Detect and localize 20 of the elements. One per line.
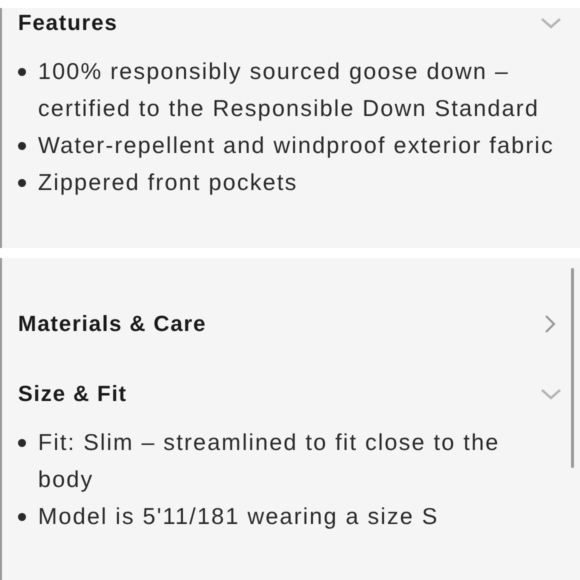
feature-text: Model is 5'11/181 wearing a size S xyxy=(38,502,439,531)
feature-text: Fit: Slim – streamlined to fit close to the body xyxy=(38,428,501,494)
bullet-icon xyxy=(18,68,26,76)
bullet-icon xyxy=(18,179,26,187)
section-title: Materials & Care xyxy=(18,311,206,337)
bullet-icon xyxy=(18,513,26,521)
bullet-icon xyxy=(18,439,26,447)
bullet-icon xyxy=(18,142,26,150)
section-title: Size & Fit xyxy=(18,381,128,407)
chevron-down-icon xyxy=(540,387,562,401)
accordion-header[interactable]: Materials & Care xyxy=(18,309,562,339)
feature-text: Zippered front pockets xyxy=(38,168,298,197)
accordion-header[interactable]: Size & Fit xyxy=(18,379,562,409)
feature-text: Water-repellent and windproof exterior fabric xyxy=(38,131,554,160)
accordion-header[interactable]: Features xyxy=(18,8,562,38)
feature-text: 100% responsibly sourced goose down – certified to the Responsible Down Standard xyxy=(38,57,540,123)
scrollbar[interactable] xyxy=(571,268,574,468)
section-title: Features xyxy=(18,10,118,36)
chevron-right-icon xyxy=(544,314,556,334)
chevron-down-icon xyxy=(540,16,562,30)
